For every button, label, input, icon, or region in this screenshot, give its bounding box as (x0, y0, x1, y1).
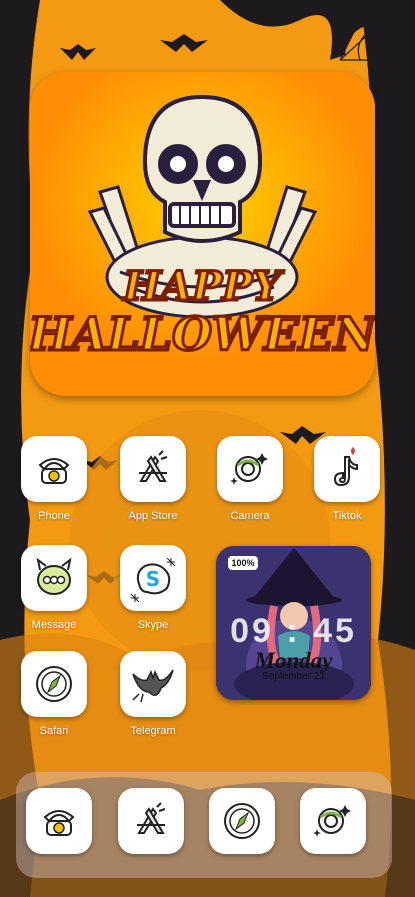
app-app-store[interactable]: App Store (119, 436, 187, 522)
app-camera[interactable]: Camera (216, 436, 284, 522)
happy-halloween-widget[interactable]: HAPPY HALLOWEEN (30, 72, 375, 396)
hero-line1: HAPPY (122, 263, 284, 310)
phone-icon[interactable] (21, 436, 87, 502)
tiktok-icon[interactable] (314, 436, 380, 502)
app-label: Message (31, 619, 77, 631)
app-label: Phone (38, 510, 70, 522)
app-label: Safari (39, 725, 69, 737)
dock-phone-icon[interactable] (26, 788, 92, 854)
app-label: App Store (128, 510, 178, 522)
dock-camera-icon[interactable] (300, 788, 366, 854)
app-label: Tiktok (332, 510, 362, 522)
camera-icon[interactable] (217, 436, 283, 502)
clock-time: 09 : 45 (230, 612, 357, 650)
telegram-icon[interactable] (120, 651, 186, 717)
dock (16, 772, 392, 878)
app-safari[interactable]: Safari (20, 651, 88, 737)
skype-icon[interactable]: S (120, 545, 186, 611)
app-tiktok[interactable]: Tiktok (313, 436, 381, 522)
app-skype[interactable]: S Skype (119, 545, 187, 631)
app-label: Skype (137, 619, 169, 631)
dock-app-store-icon[interactable] (118, 788, 184, 854)
clock-date: September 21 (262, 671, 325, 682)
app-phone[interactable]: Phone (20, 436, 88, 522)
message-icon[interactable] (21, 545, 87, 611)
app-label: Camera (230, 510, 270, 522)
safari-icon[interactable] (21, 651, 87, 717)
app-telegram[interactable]: Telegram (119, 651, 187, 737)
svg-text:S: S (146, 567, 160, 591)
battery-badge: 100% (228, 556, 258, 570)
app-store-icon[interactable] (120, 436, 186, 502)
hero-line2: HALLOWEEN (30, 307, 375, 361)
app-label: Telegram (130, 725, 176, 737)
dock-safari-icon[interactable] (209, 788, 275, 854)
app-message[interactable]: Message (20, 545, 88, 631)
clock-widget[interactable]: 100% 09 : 45 Monday September 21 (216, 546, 371, 700)
